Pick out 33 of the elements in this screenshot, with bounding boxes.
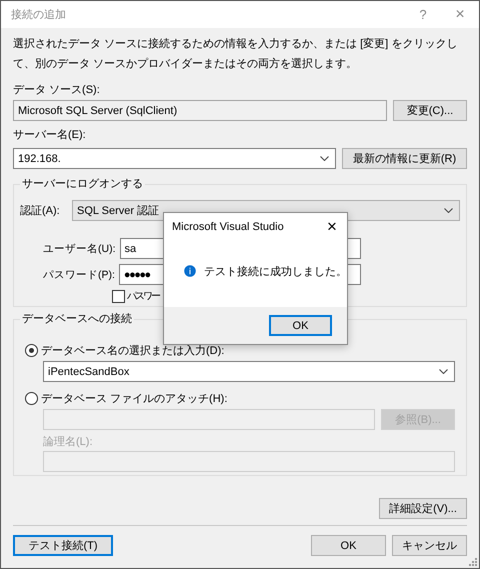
radio-button[interactable] xyxy=(25,392,38,405)
data-source-field[interactable]: Microsoft SQL Server (SqlClient) xyxy=(13,100,387,121)
server-combo-box[interactable]: 192.168. xyxy=(13,148,336,169)
ok-button[interactable]: OK xyxy=(269,315,332,336)
description-text: 選択されたデータ ソースに接続するための情報を入力するか、または [変更] をクリックして、別のデータ ソースかプロバイダーまたはその両方を選択します。 xyxy=(13,36,458,72)
advanced-button[interactable]: 詳細設定(V)... xyxy=(379,498,467,519)
refresh-button[interactable]: 最新の情報に更新(R) xyxy=(342,148,467,169)
radio-button[interactable] xyxy=(25,344,38,357)
group-title: データベースへの接続 xyxy=(20,311,134,326)
chevron-down-icon xyxy=(320,156,329,161)
field-label: サーバー名(E): xyxy=(13,128,87,143)
radio-label: データベース ファイルのアタッチ(H): xyxy=(41,392,228,406)
test-connection-button[interactable]: テスト接続(T) xyxy=(13,535,113,556)
message-text: テスト接続に成功しました。 xyxy=(204,264,347,278)
change-button[interactable]: 変更(C)... xyxy=(393,100,467,121)
chevron-down-icon xyxy=(444,208,453,213)
group-title: サーバーにログオンする xyxy=(20,176,145,191)
dialog-title: Microsoft Visual Studio xyxy=(172,221,285,233)
chevron-down-icon xyxy=(439,369,448,374)
database-combo-box[interactable]: iPentecSandBox xyxy=(43,361,455,382)
cancel-button[interactable]: キャンセル xyxy=(392,535,467,556)
resize-grip-icon[interactable] xyxy=(469,558,477,566)
field-label: ユーザー名(U): xyxy=(43,242,116,256)
window-title: 接続の追加 xyxy=(11,8,67,22)
ok-button[interactable]: OK xyxy=(311,535,386,556)
field-label: データ ソース(S): xyxy=(13,83,101,98)
checkbox-label: パスワー xyxy=(127,290,159,303)
field-label: 認証(A): xyxy=(20,204,61,218)
field-label: 論理名(L): xyxy=(43,435,94,449)
logical-name-field[interactable] xyxy=(43,451,455,472)
radio-label: データベース名の選択または入力(D): xyxy=(41,344,224,358)
field-label: パスワード(P): xyxy=(43,268,115,282)
checkbox[interactable] xyxy=(112,290,125,302)
